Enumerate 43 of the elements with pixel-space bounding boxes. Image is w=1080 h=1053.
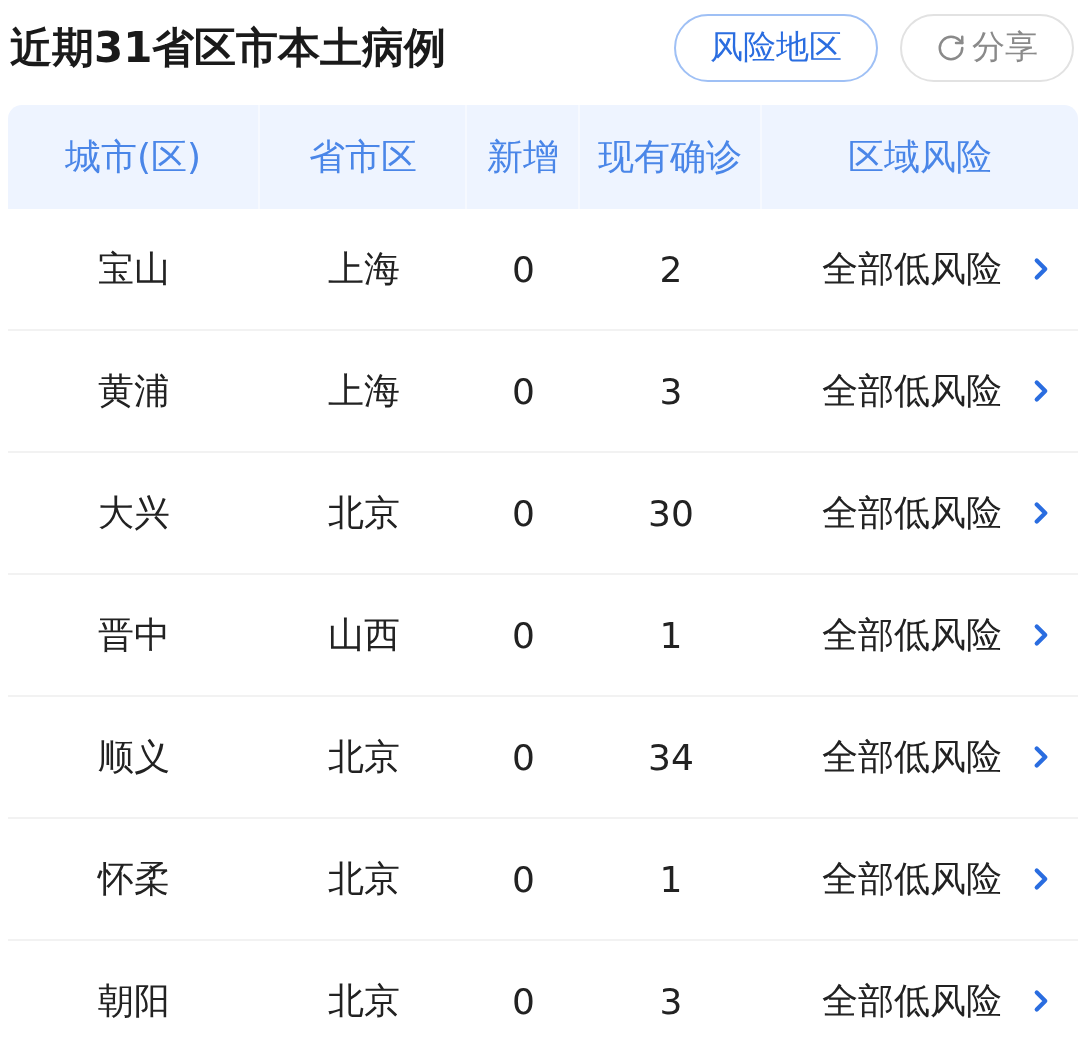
table-cell-text: 山西 — [326, 612, 401, 657]
column-header: 现有确诊 — [580, 105, 762, 209]
table-cell-text: 1 — [658, 613, 684, 658]
table-cell-text: 北京 — [326, 734, 401, 779]
table-cell-text: 上海 — [326, 368, 401, 413]
column-header: 新增 — [467, 105, 580, 209]
table-cell-text: 0 — [511, 613, 536, 658]
table-cell-text: 怀柔 — [96, 856, 171, 901]
table-cell-text: 宝山 — [97, 246, 171, 291]
table-cell-text: 30 — [647, 491, 695, 536]
table-cell-text: 0 — [511, 369, 536, 414]
table-cell-text: 顺义 — [97, 734, 171, 779]
table-cell-text: 全部低风险 — [822, 368, 1002, 413]
share-button[interactable]: 分享 — [900, 13, 1074, 82]
column-header: 区域风险 — [847, 134, 993, 179]
table-cell-text: 0 — [511, 857, 536, 902]
column-header: 城市(区) — [8, 105, 260, 209]
table-cell-text: 北京 — [326, 490, 401, 535]
table-cell-text: 全部低风险 — [822, 734, 1002, 779]
table-cell-text: 全部低风险 — [822, 978, 1002, 1023]
table-cell-text: 0 — [511, 979, 536, 1024]
table-cell-text: 0 — [511, 247, 536, 292]
table-cell-text: 北京 — [326, 856, 401, 901]
table-cell-text: 北京 — [326, 978, 401, 1023]
table-cell-text: 朝阳 — [97, 978, 171, 1023]
table-cell-text: 全部低风险 — [822, 856, 1002, 901]
table-cell-text: 全部低风险 — [822, 612, 1002, 657]
table-cell-text: 全部低风险 — [822, 490, 1002, 535]
table-cell-text: 晋中 — [97, 612, 171, 657]
table-cell-text: 3 — [658, 369, 684, 414]
table-cell-text: 34 — [647, 735, 695, 780]
table-cell-text: 大兴 — [97, 490, 171, 535]
table-cell-text: 全部低风险 — [822, 246, 1002, 291]
table-cell-text: 黄浦 — [97, 368, 171, 413]
table-cell-text: 1 — [658, 857, 684, 902]
table-cell-text: 上海 — [326, 246, 401, 291]
table-cell-text: 2 — [658, 247, 684, 292]
table-cell-text: 3 — [658, 979, 684, 1024]
column-header: 省市区 — [260, 105, 467, 209]
table-cell-text: 0 — [511, 491, 536, 536]
risk-areas-button[interactable]: 风险地区 — [674, 13, 878, 82]
table-cell-text: 0 — [511, 735, 536, 780]
page-title: 近期31省区市本土病例 — [10, 21, 448, 74]
